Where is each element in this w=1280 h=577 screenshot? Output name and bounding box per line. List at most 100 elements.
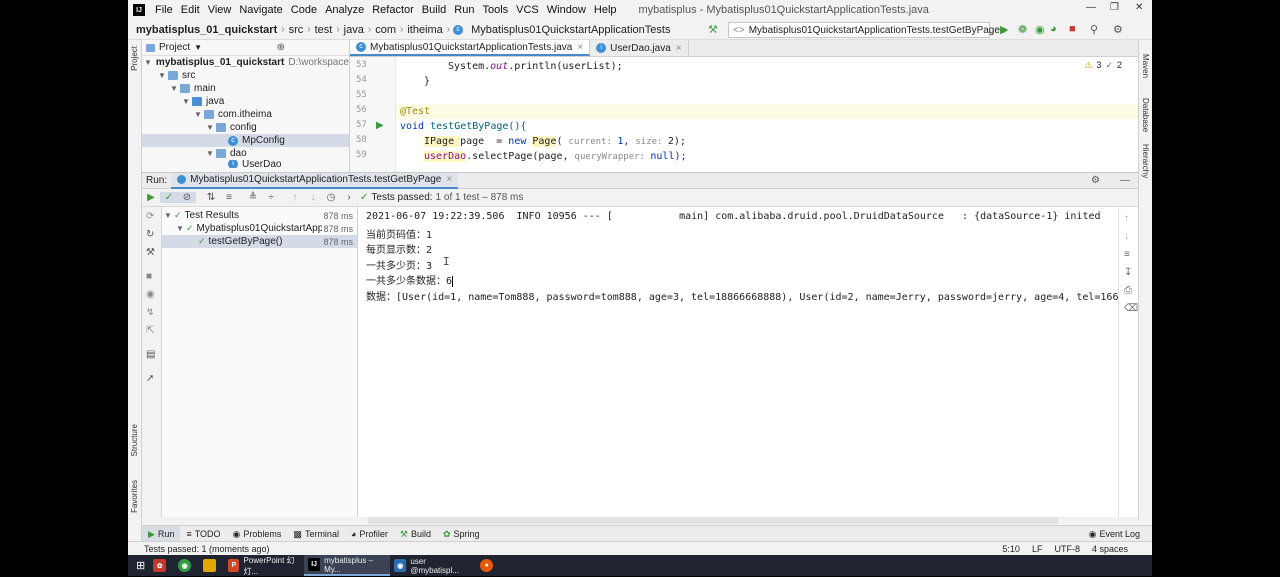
taskbar-app-icon[interactable]: ✿ — [149, 555, 174, 576]
breadcrumb-java[interactable]: java — [340, 24, 368, 36]
arrow-up-icon[interactable]: ↑ — [286, 192, 304, 203]
minimize-icon[interactable]: — — [1086, 2, 1096, 13]
show-passed-icon[interactable]: ✓ — [160, 192, 178, 203]
console-output[interactable]: 2021-06-07 19:22:39.506 INFO 10956 --- [… — [358, 207, 1118, 517]
tab-userdao[interactable]: i UserDao.java × — [590, 40, 689, 56]
maven-tool-tab[interactable]: Maven — [1141, 54, 1150, 78]
menu-refactor[interactable]: Refactor — [368, 4, 418, 16]
console-horizontal-scrollbar[interactable] — [368, 517, 1058, 524]
rerun-failed-icon[interactable]: ⟳ — [146, 211, 154, 222]
hammer-icon[interactable]: ⚒ — [708, 23, 718, 36]
favorites-tool-tab[interactable]: Favorites — [130, 480, 139, 513]
expand-all-icon[interactable]: ≜ — [244, 192, 262, 203]
indent-setting[interactable]: 4 spaces — [1092, 544, 1128, 554]
menu-window[interactable]: Window — [543, 4, 590, 16]
chevron-down-icon[interactable]: ▼ — [194, 43, 202, 52]
profile-icon[interactable]: ◕ — [1050, 23, 1057, 35]
menu-build[interactable]: Build — [418, 4, 450, 16]
close-icon[interactable]: × — [577, 42, 583, 53]
test-node-method[interactable]: ✓ testGetByPage() 878 ms — [162, 235, 357, 248]
start-icon[interactable]: ⊞ — [128, 555, 149, 576]
arrow-down-icon[interactable]: ↓ — [304, 192, 322, 203]
project-pane-title[interactable]: Project — [159, 42, 190, 53]
wrench-icon[interactable]: ⚒ — [146, 247, 155, 258]
menu-code[interactable]: Code — [287, 4, 321, 16]
test-node-results[interactable]: ▼ ✓ Test Results 878 ms — [162, 209, 357, 222]
tree-item-userdao[interactable]: i UserDao — [142, 160, 349, 168]
menu-file[interactable]: File — [151, 4, 177, 16]
status-message[interactable]: Tests passed: 1 (moments ago) — [144, 544, 270, 554]
import-icon[interactable]: ↯ — [146, 307, 154, 318]
cursor-position[interactable]: 5:10 — [1002, 544, 1020, 554]
structure-tool-tab[interactable]: Structure — [130, 424, 139, 456]
show-ignored-icon[interactable]: ⊘ — [178, 192, 196, 203]
chrome-icon[interactable]: ◉ — [174, 555, 199, 576]
rerun-icon[interactable]: ▶ — [142, 192, 160, 203]
tree-item-src[interactable]: ▼ src — [142, 69, 349, 82]
chevron-right-icon[interactable]: › — [340, 192, 358, 203]
tree-item-main[interactable]: ▼ main — [142, 82, 349, 95]
sort-alpha-icon[interactable]: ⇅ — [202, 192, 220, 203]
menu-navigate[interactable]: Navigate — [235, 4, 286, 16]
hierarchy-tool-tab[interactable]: Hierarchy — [1141, 144, 1150, 178]
project-tool-tab[interactable]: Project — [130, 46, 139, 71]
breadcrumb-com[interactable]: com — [371, 24, 400, 36]
tree-item-package[interactable]: ▼ com.itheima — [142, 108, 349, 121]
tab-terminal[interactable]: ▩ Terminal — [287, 526, 345, 543]
breadcrumb-itheima[interactable]: itheima — [403, 24, 446, 36]
tab-profiler[interactable]: ◕ Profiler — [345, 526, 394, 543]
close-icon[interactable]: × — [446, 174, 452, 185]
run-configuration-select[interactable]: <> Mybatisplus01QuickstartApplicationTes… — [728, 22, 1008, 38]
breadcrumb-test[interactable]: test — [311, 24, 337, 36]
menu-view[interactable]: View — [204, 4, 236, 16]
run-tab[interactable]: Mybatisplus01QuickstartApplicationTests.… — [171, 172, 459, 189]
toggle-auto-test-icon[interactable]: ↻ — [146, 229, 154, 240]
export-icon[interactable]: ⇱ — [146, 325, 154, 336]
minimize-panel-icon[interactable]: — — [1120, 175, 1130, 186]
restore-icon[interactable]: ❐ — [1110, 2, 1119, 13]
menu-run[interactable]: Run — [450, 4, 478, 16]
tab-todo[interactable]: ≡ TODO — [180, 526, 226, 543]
menu-help[interactable]: Help — [590, 4, 621, 16]
layout-icon[interactable]: ▤ — [146, 349, 155, 360]
locate-icon[interactable]: ⊕ — [277, 42, 285, 53]
pin-icon[interactable]: ➚ — [146, 373, 154, 384]
tab-event-log[interactable]: ◉ Event Log — [1083, 526, 1146, 543]
collapse-all-icon[interactable]: ÷ — [262, 192, 280, 203]
arrow-up-icon[interactable]: ↑ — [1124, 213, 1129, 224]
menu-tools[interactable]: Tools — [478, 4, 512, 16]
breadcrumb-src[interactable]: src — [285, 24, 308, 36]
sort-duration-icon[interactable]: ≡ — [220, 192, 238, 203]
arrow-down-icon[interactable]: ↓ — [1124, 231, 1129, 242]
tab-build[interactable]: ⚒ Build — [394, 526, 437, 543]
stop-icon[interactable]: ■ — [146, 271, 152, 282]
tab-problems[interactable]: ◉ Problems — [227, 526, 288, 543]
run-icon[interactable]: ▶ — [1000, 23, 1008, 36]
tab-test-class[interactable]: c Mybatisplus01QuickstartApplicationTest… — [350, 40, 591, 56]
explorer-icon[interactable] — [199, 555, 224, 576]
tree-item-mpconfig[interactable]: c MpConfig — [142, 134, 349, 147]
taskbar-intellij[interactable]: IJ mybatisplus – My... — [304, 555, 391, 576]
code-area[interactable]: System.out.println(userList); } @Test vo… — [396, 57, 1138, 172]
stop-icon[interactable]: ■ — [1069, 23, 1076, 35]
settings-icon[interactable]: ⚙ — [1113, 23, 1123, 36]
breadcrumb-class[interactable]: Mybatisplus01QuickstartApplicationTests — [467, 24, 674, 36]
taskbar-recorder[interactable]: ● — [476, 555, 501, 576]
trash-icon[interactable]: ⌫ — [1124, 303, 1138, 314]
history-icon[interactable]: ◷ — [322, 192, 340, 203]
camera-icon[interactable]: ◉ — [146, 289, 155, 300]
file-encoding[interactable]: UTF-8 — [1054, 544, 1080, 554]
tab-spring[interactable]: ✿ Spring — [437, 526, 486, 543]
settings-icon[interactable]: ⚙ — [1091, 175, 1100, 186]
close-icon[interactable]: ✕ — [1135, 2, 1143, 13]
test-node-class[interactable]: ▼ ✓ Mybatisplus01QuickstartApplic 878 ms — [162, 222, 357, 235]
print-icon[interactable]: ⎙ — [1124, 285, 1132, 296]
coverage-icon[interactable]: ◉ — [1035, 23, 1045, 36]
tab-run[interactable]: ▶ Run — [142, 525, 181, 543]
line-separator[interactable]: LF — [1032, 544, 1043, 554]
debug-icon[interactable]: ❁ — [1018, 23, 1027, 36]
tree-item-dao[interactable]: ▼ dao — [142, 147, 349, 160]
tree-item-root[interactable]: ▼ mybatisplus_01_quickstart D:\workspace… — [142, 56, 349, 69]
menu-edit[interactable]: Edit — [177, 4, 204, 16]
soft-wrap-icon[interactable]: ≡ — [1124, 249, 1130, 260]
